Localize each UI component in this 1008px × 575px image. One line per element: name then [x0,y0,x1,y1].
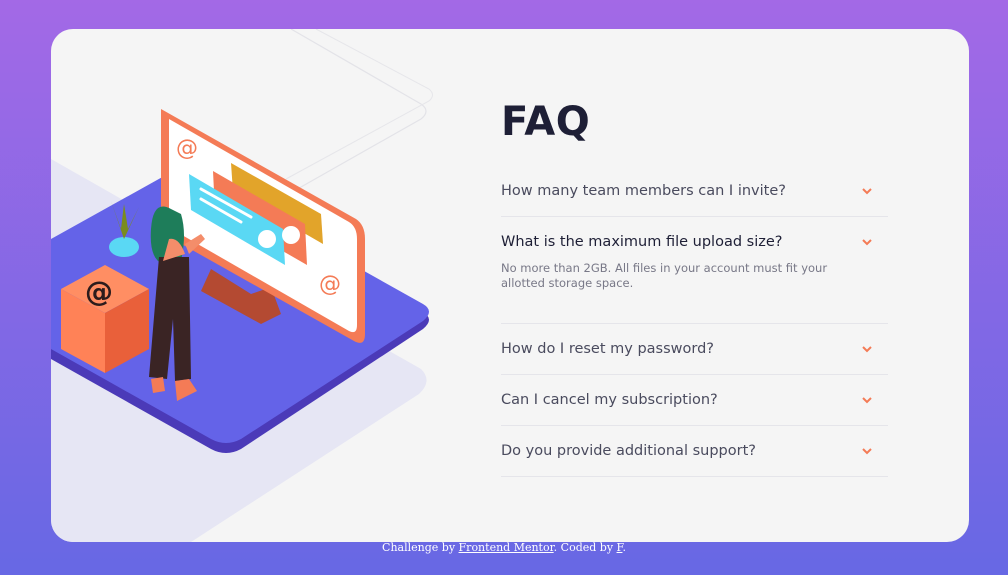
faq-question: Do you provide additional support? [501,443,756,459]
faq-question-button[interactable]: How many team members can I invite? [501,166,888,216]
chevron-down-icon [860,184,874,198]
svg-text:@: @ [85,275,113,308]
faq-question: How do I reset my password? [501,341,714,357]
faq-item-reset-password: How do I reset my password? [501,324,888,375]
faq-question: What is the maximum file upload size? [501,234,783,250]
chevron-down-icon [860,342,874,356]
faq-question-button[interactable]: Can I cancel my subscription? [501,375,888,425]
faq-card: @ @ @ FAQ How many team members can I in… [51,29,969,542]
chevron-down-icon [860,393,874,407]
footer-middle: . Coded by [553,541,617,554]
attribution-footer: Challenge by Frontend Mentor. Coded by F… [0,541,1008,554]
chevron-down-icon [860,235,874,249]
faq-question: Can I cancel my subscription? [501,392,718,408]
faq-question-button[interactable]: Do you provide additional support? [501,426,888,476]
faq-answer: No more than 2GB. All files in your acco… [501,261,828,290]
svg-text:@: @ [176,136,198,161]
footer-suffix: . [622,541,626,554]
faq-question: How many team members can I invite? [501,183,786,199]
faq-item-cancel-subscription: Can I cancel my subscription? [501,375,888,426]
faq-item-team-members: How many team members can I invite? [501,166,888,217]
footer-prefix: Challenge by [382,541,459,554]
faq-item-additional-support: Do you provide additional support? [501,426,888,477]
svg-text:@: @ [319,272,341,297]
chevron-down-icon [860,444,874,458]
box-at-icon: @ [61,265,149,373]
faq-item-file-upload: What is the maximum file upload size? No… [501,217,888,324]
page-title: FAQ [501,99,591,145]
faq-list: How many team members can I invite? What… [501,166,888,477]
faq-question-button[interactable]: What is the maximum file upload size? [501,217,888,267]
faq-question-button[interactable]: How do I reset my password? [501,324,888,374]
frontend-mentor-link[interactable]: Frontend Mentor [459,541,554,554]
